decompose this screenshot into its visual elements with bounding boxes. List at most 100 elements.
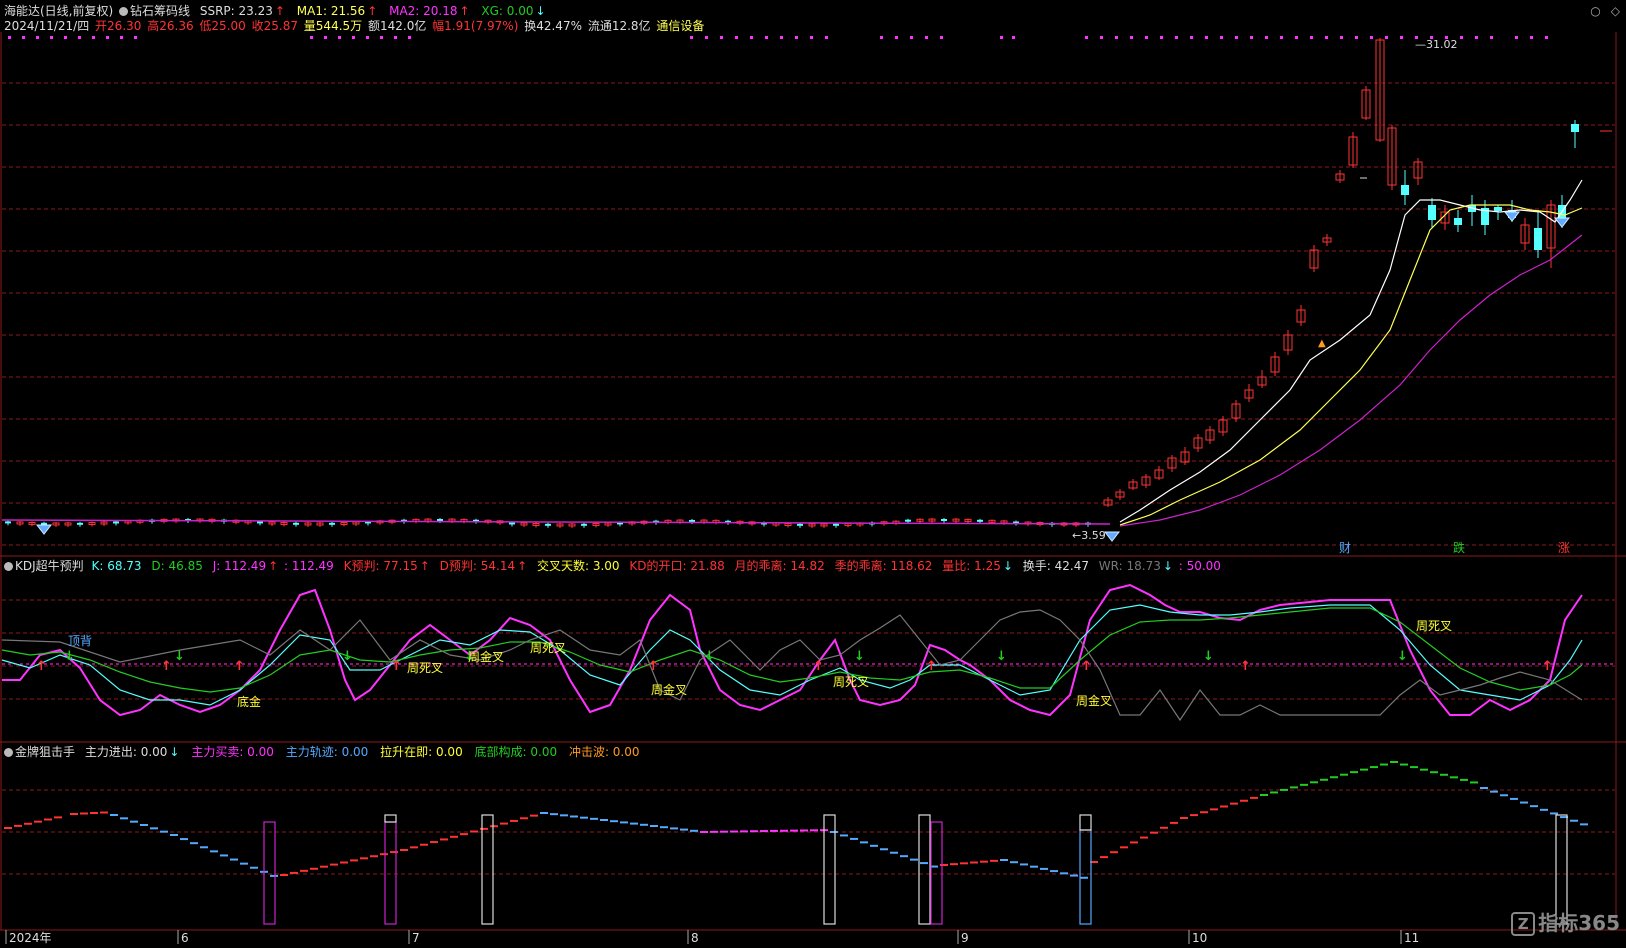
up-arrow-icon: ↑	[1081, 659, 1092, 674]
candle-body	[1454, 218, 1462, 225]
kdj-signal-label: 周死叉	[530, 641, 566, 655]
ma3-line	[1119, 234, 1583, 527]
candle-body	[1571, 124, 1579, 132]
signal-dot	[910, 36, 913, 39]
candle-body	[293, 522, 299, 525]
candle-body	[689, 520, 695, 523]
high-price-label: —31.02	[1415, 38, 1458, 51]
signal-dot	[1205, 36, 1208, 39]
signal-dot	[380, 36, 383, 39]
up-arrow-icon: ↑	[926, 659, 937, 674]
signal-dot	[1355, 36, 1358, 39]
sniper-bar	[481, 814, 494, 925]
signal-dot	[705, 36, 708, 39]
signal-dot	[1012, 36, 1015, 39]
up-arrow-icon: ↑	[813, 659, 824, 674]
signal-dot	[1265, 36, 1268, 39]
ma2-line	[1119, 204, 1583, 526]
kdj-signal-label: 周死叉	[407, 661, 443, 675]
down-arrow-icon: ↓	[704, 649, 715, 664]
up-arrow-icon: ↑	[1240, 659, 1251, 674]
signal-dot	[1385, 36, 1388, 39]
diamond-icon	[1103, 531, 1121, 542]
up-arrow-icon: ↑	[1542, 659, 1553, 674]
diamond-icon	[1503, 211, 1521, 222]
candle-body	[1428, 205, 1436, 220]
candle-body	[977, 519, 983, 522]
up-arrow-icon: ↑	[391, 659, 402, 674]
signal-dot	[1370, 36, 1373, 39]
event-marker: 跌	[1453, 540, 1465, 555]
signal-dot	[1235, 36, 1238, 39]
candle-body	[905, 519, 911, 522]
main-labels: —31.02 ←3.59 财 跌 涨 ▲	[35, 38, 1571, 555]
up-arrow-icon: ↑	[234, 659, 245, 674]
signal-dot	[1310, 36, 1313, 39]
up-arrow-icon: ↑	[36, 659, 47, 674]
sniper-bar	[930, 821, 943, 925]
signal-dot	[134, 36, 137, 39]
candle-body	[1494, 207, 1502, 211]
stock-chart[interactable]: —31.02←3.59财跌涨▲ ↑↓↑↓↑↓↑↓ ↓↑ ↑↓↑↓↑↓↑↓↑顶背底金周…	[0, 0, 1626, 948]
x-axis: 2024年 6 7 8 9 10 11	[5, 930, 1419, 945]
signal-dot	[78, 36, 81, 39]
candle-body	[545, 523, 551, 526]
kdj-d-line	[1, 607, 1583, 693]
signal-dot	[1100, 36, 1103, 39]
signal-dot	[1250, 36, 1253, 39]
candle-body	[77, 522, 83, 525]
signal-dot	[120, 36, 123, 39]
signal-dot	[690, 36, 693, 39]
signal-dot	[1325, 36, 1328, 39]
signal-dot	[1130, 36, 1133, 39]
signal-dot	[352, 36, 355, 39]
kdj-signal-label: 周金叉	[468, 649, 504, 664]
kdj-k-line	[1, 604, 1583, 706]
candle-body	[509, 522, 515, 525]
signal-dot	[880, 36, 883, 39]
signal-dot	[765, 36, 768, 39]
signal-dot	[394, 36, 397, 39]
signal-dot	[50, 36, 53, 39]
signal-dot	[1340, 36, 1343, 39]
signal-dot	[310, 36, 313, 39]
candle-body	[5, 521, 11, 524]
kdj-signal-label: 周死叉	[833, 675, 869, 689]
diamond-icon	[35, 524, 53, 535]
candle-body	[113, 521, 119, 524]
candlesticks[interactable]	[5, 38, 1612, 528]
ma1-line	[1119, 179, 1583, 523]
signal-dot	[1545, 36, 1548, 39]
signal-dot	[64, 36, 67, 39]
candle-body	[797, 523, 803, 526]
down-arrow-icon: ↓	[1203, 649, 1214, 664]
down-arrow-icon: ↓	[174, 649, 185, 664]
down-arrow-icon: ↓	[342, 649, 353, 664]
signal-dot	[36, 36, 39, 39]
candle-body	[833, 523, 839, 526]
down-arrow-icon: ↓	[64, 649, 75, 664]
signal-dot	[1175, 36, 1178, 39]
logo-icon: Z	[1511, 912, 1536, 936]
candle-body	[257, 521, 263, 524]
signal-dots	[8, 36, 1548, 39]
candle-body	[581, 523, 587, 526]
candle-body	[941, 519, 947, 522]
signal-dot	[735, 36, 738, 39]
candle-body	[437, 519, 443, 521]
candle-body	[41, 522, 47, 525]
kdj-signal-label: 周金叉	[1076, 693, 1112, 708]
signal-dot	[795, 36, 798, 39]
signal-dot	[825, 36, 828, 39]
signal-dot	[1490, 36, 1493, 39]
signal-dot	[8, 36, 11, 39]
signal-dot	[940, 36, 943, 39]
signal-dot	[895, 36, 898, 39]
candle-body	[1534, 228, 1542, 250]
signal-dot	[750, 36, 753, 39]
low-price-label: ←3.59	[1072, 529, 1106, 542]
x-tick-label: 2024年	[9, 931, 52, 945]
signal-dot	[780, 36, 783, 39]
x-tick-label: 9	[961, 931, 969, 945]
x-tick-label: 6	[181, 931, 189, 945]
